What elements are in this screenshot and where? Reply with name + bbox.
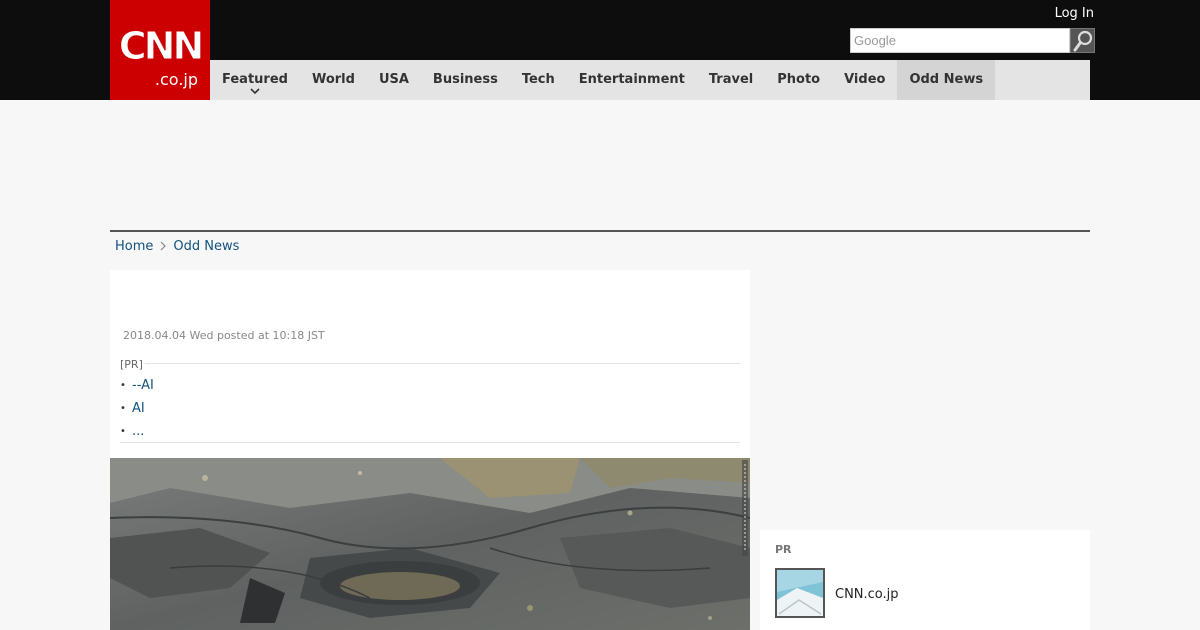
sidebar-pr-label: PR	[775, 543, 792, 556]
chevron-right-icon	[160, 241, 167, 251]
pr-link[interactable]: ...	[132, 424, 144, 439]
pr-divider-top	[120, 363, 740, 364]
sidebar-pr-box: PR CNN.co.jp	[760, 530, 1090, 630]
nav-item-business[interactable]: Business	[421, 60, 510, 100]
ad-divider	[110, 230, 1090, 232]
nav-item-photo[interactable]: Photo	[765, 60, 832, 100]
article-card: 2018.04.04 Wed posted at 10:18 JST [PR] …	[110, 270, 750, 630]
nav-item-world[interactable]: World	[300, 60, 367, 100]
nav-item-featured[interactable]: Featured	[210, 60, 300, 100]
rock-footprint-image	[110, 458, 750, 630]
article-photo	[110, 458, 750, 630]
breadcrumb-odd-news[interactable]: Odd News	[173, 239, 239, 254]
pr-link-list: • --AI • AI • ...	[120, 374, 154, 443]
photo-credit-mark	[742, 460, 748, 556]
pr-link[interactable]: AI	[132, 401, 145, 416]
list-item: • ...	[120, 420, 154, 443]
login-link[interactable]: Log In	[1055, 6, 1094, 22]
bullet-icon: •	[120, 403, 126, 414]
nav-item-odd-news[interactable]: Odd News	[897, 60, 996, 100]
chevron-down-icon	[250, 88, 260, 95]
logo-domain: .co.jp	[154, 70, 198, 89]
pr-divider-bottom	[120, 442, 740, 443]
pr-source-name[interactable]: CNN.co.jp	[835, 587, 899, 602]
search-input[interactable]	[850, 28, 1070, 53]
main-nav: Featured World USA Business Tech Enterta…	[210, 60, 1090, 100]
nav-item-usa[interactable]: USA	[367, 60, 421, 100]
breadcrumb-home[interactable]: Home	[115, 239, 153, 254]
pr-label: [PR]	[120, 358, 145, 371]
list-item: • --AI	[120, 374, 154, 397]
list-item: • AI	[120, 397, 154, 420]
logo-wordmark: CNN	[118, 24, 205, 69]
envelope-icon	[777, 570, 823, 616]
bullet-icon: •	[120, 380, 126, 391]
search-icon	[1073, 30, 1093, 52]
breadcrumb: Home Odd News	[115, 238, 239, 254]
pr-thumbnail[interactable]	[775, 568, 825, 618]
nav-item-label: Featured	[222, 72, 288, 87]
nav-item-video[interactable]: Video	[832, 60, 897, 100]
cnn-logo[interactable]: CNN .co.jp	[110, 0, 210, 100]
top-header: CNN .co.jp Log In Featured World USA Bus…	[0, 0, 1200, 100]
nav-item-entertainment[interactable]: Entertainment	[567, 60, 697, 100]
article-dateline: 2018.04.04 Wed posted at 10:18 JST	[123, 329, 325, 342]
nav-item-tech[interactable]: Tech	[510, 60, 567, 100]
search-button[interactable]	[1070, 28, 1095, 53]
nav-item-travel[interactable]: Travel	[697, 60, 765, 100]
bullet-icon: •	[120, 426, 126, 437]
pr-link[interactable]: --AI	[132, 378, 154, 393]
